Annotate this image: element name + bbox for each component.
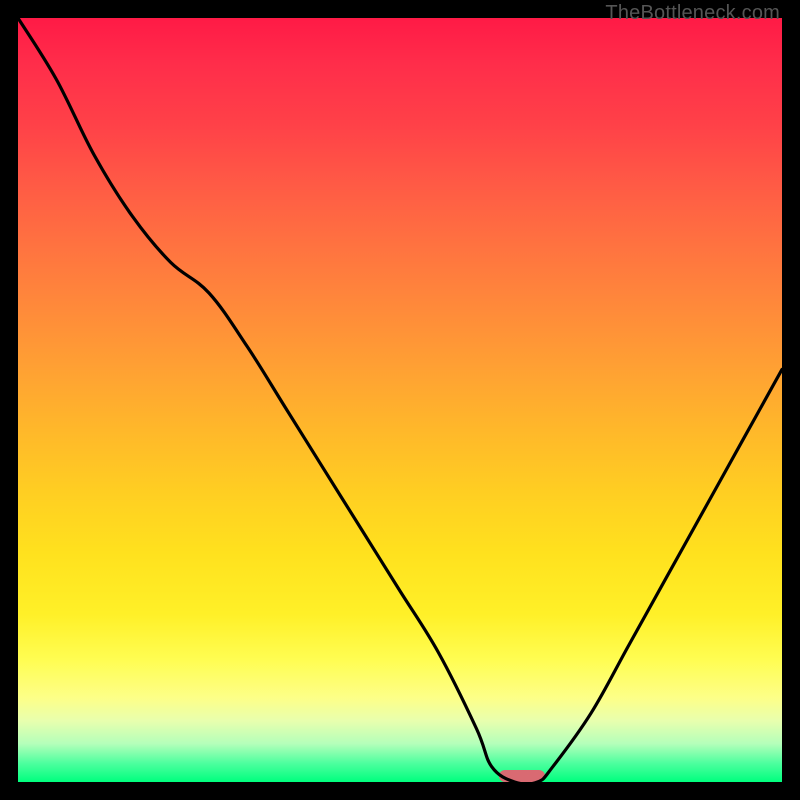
chart-frame: TheBottleneck.com [0, 0, 800, 800]
watermark-text: TheBottleneck.com [605, 2, 780, 25]
plot-area [18, 18, 782, 782]
bottleneck-curve [18, 18, 782, 782]
